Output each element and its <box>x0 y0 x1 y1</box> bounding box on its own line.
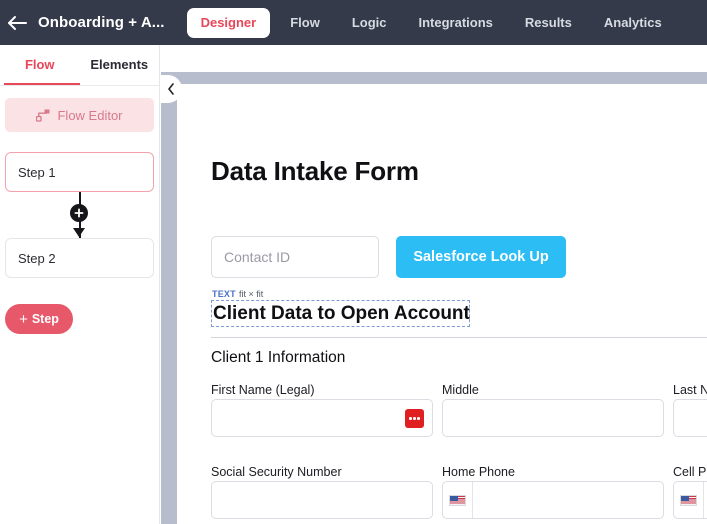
left-sidebar: Flow Elements Flow Editor Step 1 Step 2 … <box>0 45 160 524</box>
section-title: Client 1 Information <box>211 349 346 366</box>
nav-tab-integrations[interactable]: Integrations <box>403 0 509 45</box>
field-label-first-name: First Name (Legal) <box>211 383 315 397</box>
nav-tab-logic[interactable]: Logic <box>336 0 403 45</box>
salesforce-lookup-button[interactable]: Salesforce Look Up <box>396 236 566 278</box>
field-input-cell-phone[interactable] <box>673 481 707 519</box>
step-connector <box>0 192 159 238</box>
field-input-first-name[interactable] <box>211 399 433 437</box>
page-title: Data Intake Form <box>211 156 419 186</box>
us-flag-icon[interactable] <box>443 482 473 518</box>
selection-type-badge: TEXT <box>212 289 236 299</box>
step-item-1-label: Step 1 <box>18 164 56 180</box>
field-label-cell-phone: Cell Ph <box>673 465 707 479</box>
add-step-label: Step <box>31 312 59 326</box>
field-label-middle: Middle <box>442 383 479 397</box>
nav-tab-analytics[interactable]: Analytics <box>588 0 678 45</box>
chevron-left-icon <box>167 83 175 95</box>
field-input-ssn[interactable] <box>211 481 433 519</box>
flow-editor-button[interactable]: Flow Editor <box>5 98 154 132</box>
field-input-home-phone[interactable] <box>442 481 664 519</box>
step-item-1[interactable]: Step 1 <box>5 152 154 192</box>
field-label-last-name: Last N <box>673 383 707 397</box>
section-divider <box>211 337 707 338</box>
field-label-home-phone: Home Phone <box>442 465 515 479</box>
app-title: Onboarding + A... <box>38 14 165 31</box>
field-input-middle[interactable] <box>442 399 664 437</box>
step-item-2[interactable]: Step 2 <box>5 238 154 278</box>
us-flag-icon[interactable] <box>674 482 704 518</box>
form-canvas: Data Intake Form Contact ID Salesforce L… <box>177 84 707 524</box>
step-item-2-label: Step 2 <box>18 250 56 266</box>
back-arrow-icon[interactable] <box>0 0 34 45</box>
nav-tab-flow[interactable]: Flow <box>274 0 336 45</box>
canvas-gutter-vertical <box>161 72 177 524</box>
dot <box>417 417 420 420</box>
plus-icon: + <box>19 310 28 328</box>
selected-text-label: Client Data to Open Account <box>213 302 470 324</box>
canvas-gutter-horizontal <box>161 72 707 84</box>
dot <box>413 417 416 420</box>
sidebar-tab-flow[interactable]: Flow <box>0 45 80 85</box>
dot <box>409 417 412 420</box>
flag-graphic <box>449 494 466 506</box>
red-dots-icon[interactable] <box>405 409 424 428</box>
field-label-ssn: Social Security Number <box>211 465 342 479</box>
nav-tab-designer[interactable]: Designer <box>186 7 271 38</box>
sidebar-tab-elements[interactable]: Elements <box>80 45 160 85</box>
plus-circle-icon[interactable] <box>70 204 88 222</box>
top-navigation-bar: Onboarding + A... Designer Flow Logic In… <box>0 0 707 45</box>
connector-arrowhead <box>73 228 85 237</box>
add-step-button[interactable]: + Step <box>5 304 73 334</box>
active-tab-underline <box>4 83 80 85</box>
flow-editor-label: Flow Editor <box>57 107 123 123</box>
selection-size-badge: fit × fit <box>239 289 264 299</box>
flag-graphic <box>680 494 697 506</box>
contact-id-input[interactable]: Contact ID <box>211 236 379 278</box>
sidebar-tab-strip: Flow Elements <box>0 45 159 85</box>
nav-tab-results[interactable]: Results <box>509 0 588 45</box>
sidebar-divider <box>0 85 159 86</box>
flow-editor-icon <box>36 109 50 122</box>
step-list: Step 1 Step 2 <box>0 152 159 278</box>
selected-text-element[interactable]: Client Data to Open Account <box>211 300 470 327</box>
field-input-last-name[interactable] <box>673 399 707 437</box>
